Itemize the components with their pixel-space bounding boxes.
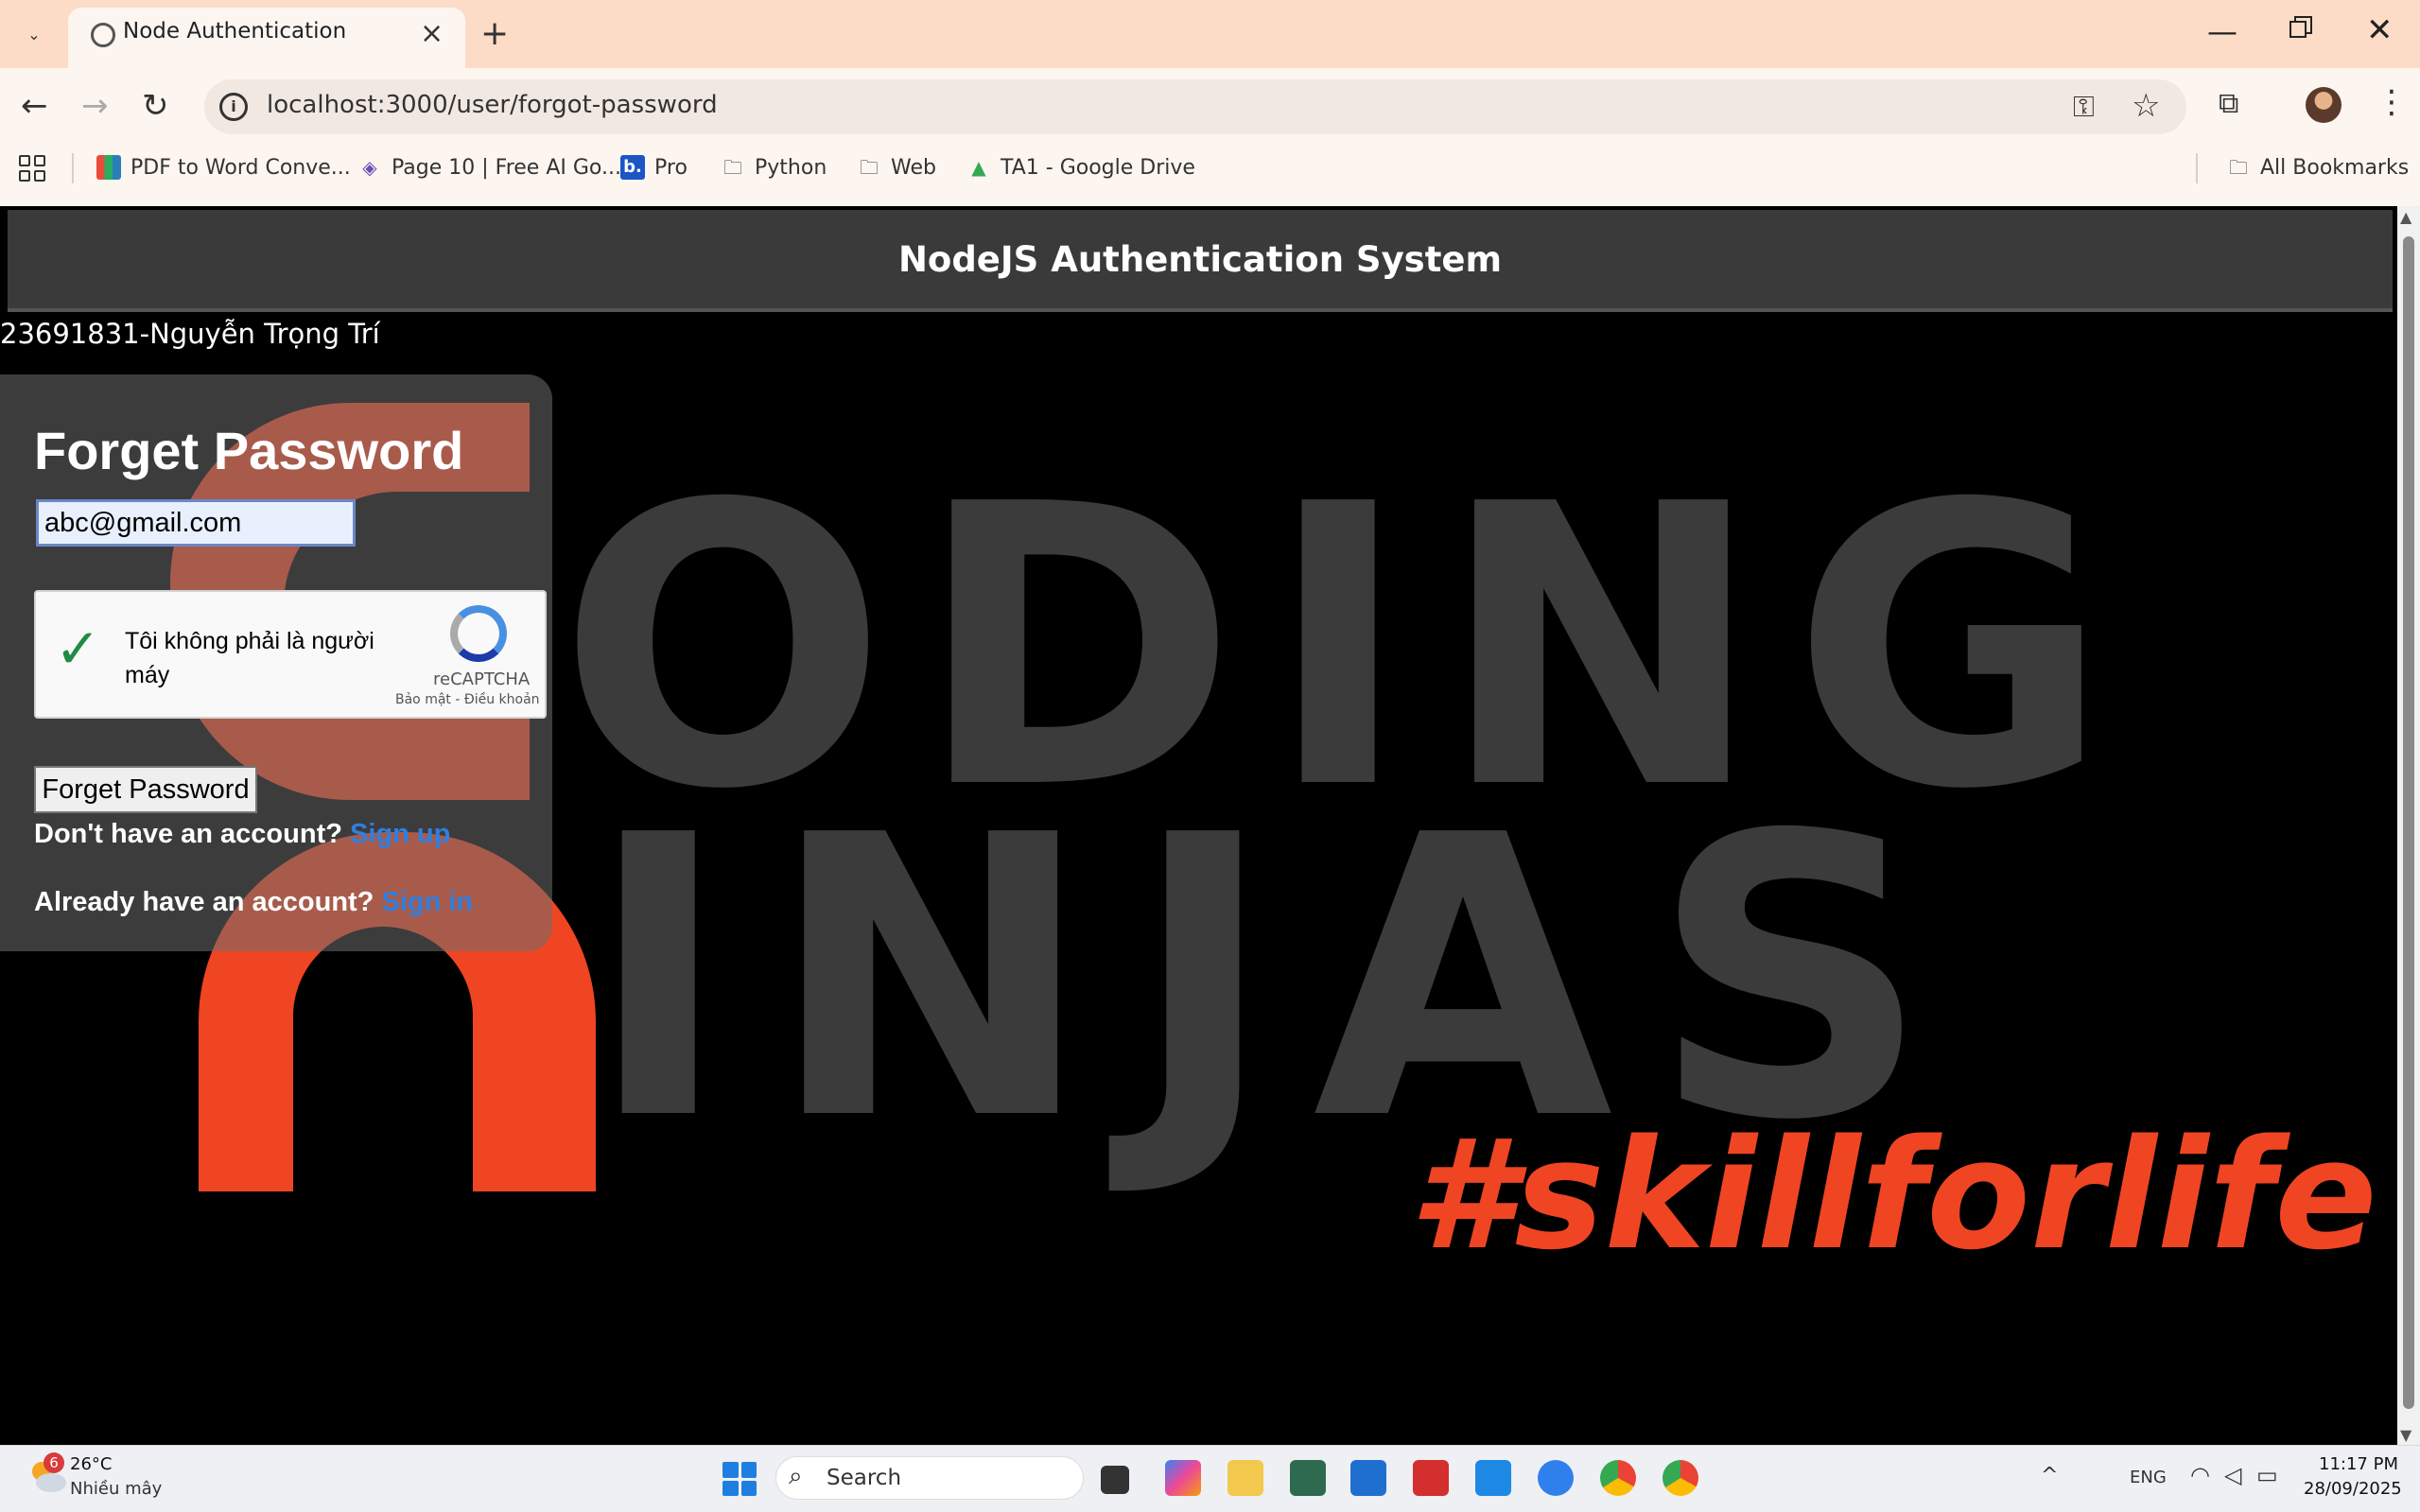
site-info-icon[interactable]: i	[219, 93, 248, 121]
restore-button[interactable]	[2289, 15, 2313, 40]
clock-time[interactable]: 11:17 PM	[2319, 1454, 2398, 1474]
forward-button[interactable]: →	[81, 87, 109, 125]
language-indicator[interactable]: ENG	[2130, 1468, 2167, 1487]
background-logo-n-hole	[293, 927, 473, 1191]
wifi-icon[interactable]: ◠	[2190, 1462, 2210, 1488]
signin-link[interactable]: Sign in	[381, 887, 473, 917]
b-icon: b.	[620, 155, 645, 180]
bookmark-separator	[2196, 153, 2198, 183]
key-icon[interactable]: ⚿	[2073, 91, 2095, 124]
site-title: NodeJS Authentication System	[897, 238, 1503, 280]
file-explorer-icon[interactable]	[1227, 1460, 1263, 1496]
weather-description[interactable]: Nhiều mây	[70, 1479, 162, 1499]
vscode-icon[interactable]	[1475, 1460, 1511, 1496]
menu-dots-icon[interactable]: ⋮	[2376, 83, 2408, 121]
signup-row: Don't have an account? Sign up	[34, 819, 451, 849]
bookmark-ta1-drive[interactable]: ▲ TA1 - Google Drive	[966, 155, 1195, 180]
restore-icon	[2289, 16, 2312, 38]
chevron-up-icon[interactable]: ^	[2041, 1464, 2058, 1487]
extensions-icon[interactable]: ⧉	[2219, 87, 2238, 120]
recaptcha-icon	[450, 605, 507, 662]
recaptcha-label: Tôi không phải là người máy	[125, 628, 374, 688]
tab-title: Node Authentication	[123, 19, 347, 43]
signup-link[interactable]: Sign up	[350, 819, 450, 849]
email-field[interactable]	[36, 499, 356, 547]
apps-grid-icon[interactable]	[19, 155, 45, 182]
folder-icon: 🗀	[860, 156, 879, 179]
site-header: NodeJS Authentication System	[8, 210, 2393, 312]
store-icon[interactable]	[1350, 1460, 1386, 1496]
app-icon[interactable]	[1290, 1460, 1326, 1496]
url-text[interactable]: localhost:3000/user/forgot-password	[267, 91, 718, 119]
bookmark-folder-web[interactable]: 🗀 Web	[857, 155, 936, 180]
bookmark-page-10[interactable]: ◈ Page 10 | Free AI Go...	[357, 155, 621, 180]
bookmark-star-icon[interactable]: ☆	[2132, 87, 2160, 125]
drive-icon: ▲	[971, 156, 986, 179]
copilot-icon[interactable]	[1165, 1460, 1201, 1496]
search-icon: ⌕	[789, 1462, 803, 1490]
windows-start-icon[interactable]	[723, 1462, 757, 1496]
tab-close-icon[interactable]: ×	[420, 17, 444, 51]
taskbar-search-box[interactable]	[775, 1456, 1084, 1500]
taskbar-search-placeholder[interactable]: Search	[827, 1466, 901, 1490]
close-window-button[interactable]: ✕	[2366, 11, 2394, 49]
bookmark-folder-python[interactable]: 🗀 Python	[721, 155, 827, 180]
form-title: Forget Password	[34, 421, 464, 480]
chrome-profile-icon[interactable]	[1663, 1460, 1698, 1496]
bookmark-pdf-to-word[interactable]: PDF to Word Conve...	[96, 155, 351, 180]
student-id-text: 23691831-Nguyễn Trọng Trí	[0, 318, 380, 350]
chrome-icon[interactable]	[1600, 1460, 1636, 1496]
forget-password-button[interactable]: Forget Password	[34, 766, 257, 813]
tab-search-button[interactable]: ⌄	[17, 17, 51, 51]
checkmark-icon[interactable]: ✓	[55, 617, 101, 681]
all-bookmarks[interactable]: 🗀 All Bookmarks	[2226, 155, 2409, 180]
folder-icon: 🗀	[723, 156, 742, 179]
profile-avatar[interactable]	[2306, 87, 2342, 123]
signin-row: Already have an account? Sign in	[34, 887, 474, 917]
recaptcha-privacy-links[interactable]: Bảo mật - Điều khoản	[395, 692, 540, 707]
weather-badge: 6	[44, 1452, 64, 1473]
folder-icon: 🗀	[2229, 156, 2248, 179]
recaptcha-brand: reCAPTCHA	[433, 669, 531, 689]
volume-icon[interactable]: ◁	[2224, 1462, 2241, 1488]
bookmark-separator	[72, 153, 74, 183]
minimize-button[interactable]: —	[2207, 13, 2237, 49]
battery-icon[interactable]: ▭	[2256, 1462, 2278, 1488]
reload-button[interactable]: ↻	[142, 87, 169, 125]
pdf-word-icon	[96, 155, 121, 180]
task-view-icon[interactable]	[1101, 1466, 1129, 1494]
background-tagline: #skillforlife	[1409, 1106, 2377, 1283]
new-tab-button[interactable]: +	[480, 15, 509, 53]
scroll-up-icon[interactable]: ▲	[2400, 208, 2411, 226]
wps-office-icon[interactable]	[1413, 1460, 1449, 1496]
back-button[interactable]: ←	[21, 87, 48, 125]
zalo-icon[interactable]	[1538, 1460, 1574, 1496]
scrollbar-thumb[interactable]	[2403, 236, 2414, 1409]
weather-temperature[interactable]: 26°C	[70, 1454, 112, 1474]
layers-icon: ◈	[362, 156, 377, 179]
clock-date[interactable]: 28/09/2025	[2304, 1479, 2402, 1499]
bookmark-pro[interactable]: b. Pro	[620, 155, 688, 180]
scroll-down-icon[interactable]: ▼	[2400, 1426, 2411, 1444]
globe-icon	[91, 23, 115, 47]
